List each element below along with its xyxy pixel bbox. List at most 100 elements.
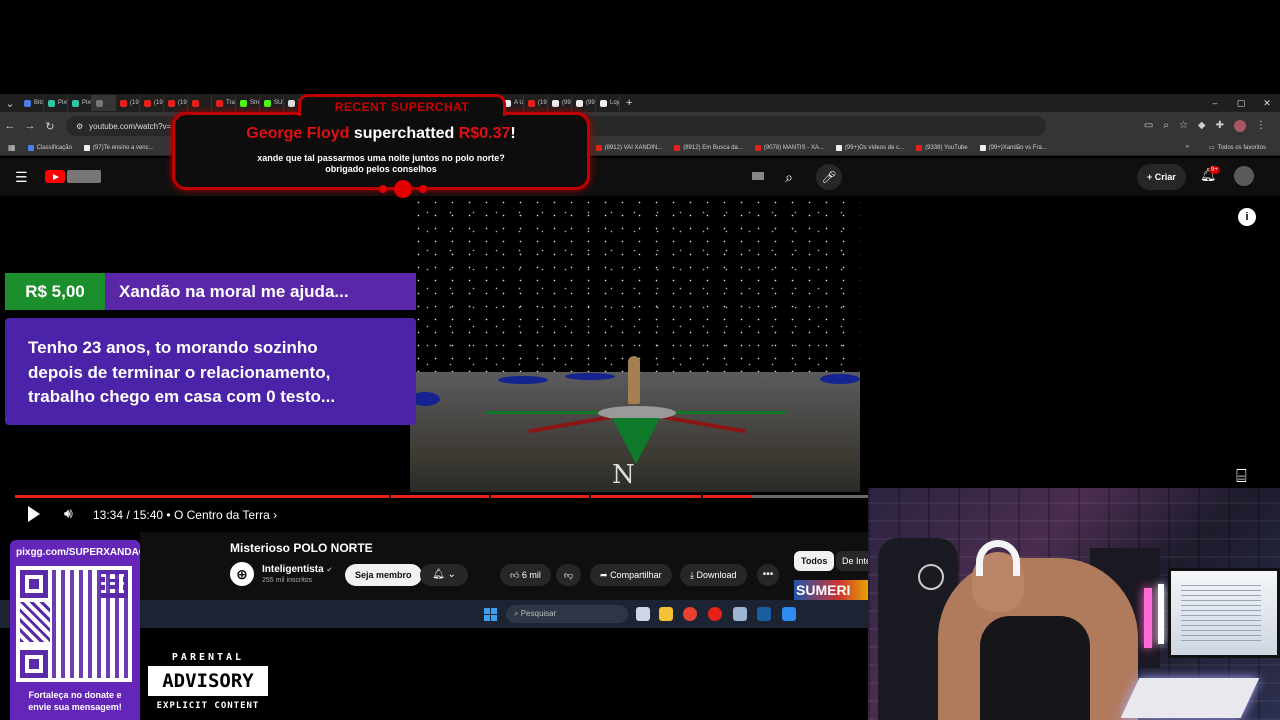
channel-name-text: Inteligentista	[262, 564, 324, 575]
bookmark-star-icon[interactable]: ☆	[1179, 120, 1188, 132]
browser-tab[interactable]	[188, 95, 212, 111]
task-view-icon[interactable]	[636, 607, 650, 621]
account-avatar[interactable]	[1234, 166, 1254, 186]
bookmark-item[interactable]: (8912) Em Busca da...	[668, 144, 749, 151]
extension-icon[interactable]: ◆	[1198, 120, 1206, 132]
more-actions-button[interactable]: •••	[757, 564, 779, 586]
reload-icon[interactable]: ↻	[40, 120, 60, 133]
cast-icon[interactable]: ▭	[1144, 120, 1153, 132]
chip-channel[interactable]: De Inteligentista	[836, 551, 868, 571]
tab-search-icon[interactable]: ⌄	[0, 97, 20, 110]
channel-avatar[interactable]: ⊕	[230, 562, 254, 586]
browser-tab[interactable]	[92, 95, 116, 111]
superchat-name: George Floyd	[246, 125, 350, 142]
puzzle-icon[interactable]: ✚	[1216, 120, 1224, 132]
video-info-icon[interactable]: i	[1238, 208, 1256, 226]
bookmarks-more-button[interactable]: »	[1186, 144, 1189, 151]
file-explorer-icon[interactable]	[659, 607, 673, 621]
tab-favicon-icon	[96, 99, 103, 107]
recommended-thumbnail[interactable]: SUMERI	[794, 580, 868, 600]
browser-tab[interactable]: Pixt	[68, 95, 92, 111]
volume-icon[interactable]: 🔊︎	[64, 505, 73, 522]
youtube-play-icon	[45, 170, 65, 183]
browser-tab[interactable]: (19	[140, 95, 164, 111]
browser-tab[interactable]: Pixt	[44, 95, 68, 111]
create-button[interactable]: + Criar	[1137, 164, 1186, 190]
steam-icon[interactable]	[757, 607, 771, 621]
tab-favicon-icon	[240, 99, 247, 107]
browser-tab[interactable]: (19	[164, 95, 188, 111]
donation-message-line: Tenho 23 anos, to morando sozinho	[28, 338, 318, 357]
donation-message-line: trabalho chego em casa com 0 testo...	[28, 387, 336, 406]
browser-tab[interactable]: Tran	[212, 95, 236, 111]
channel-watermark-icon[interactable]: ⌸	[1236, 466, 1247, 487]
close-window-button[interactable]: ✕	[1254, 94, 1280, 112]
download-button[interactable]: ⤓ Download	[680, 564, 747, 586]
minimize-button[interactable]: –	[1202, 94, 1228, 112]
hamburger-menu-icon[interactable]: ☰	[15, 169, 28, 186]
browser-tab[interactable]: (19	[524, 95, 548, 111]
join-button[interactable]: Seja membro	[345, 564, 422, 586]
tab-favicon-icon	[264, 99, 271, 107]
settings-icon[interactable]	[733, 607, 747, 621]
new-tab-button[interactable]: +	[620, 97, 638, 109]
share-button[interactable]: ➦ Compartilhar	[590, 564, 672, 586]
webcam-chair-logo	[918, 564, 944, 590]
tab-label: Stre	[250, 100, 260, 106]
bookmark-favicon-icon	[674, 144, 681, 151]
microphone-icon[interactable]: 🎤︎	[816, 164, 842, 190]
bookmark-item[interactable]: (99+)Os vídeos de c...	[830, 144, 910, 151]
windows-start-icon[interactable]	[484, 608, 497, 621]
zoom-icon[interactable]: ⌕	[1163, 120, 1169, 132]
thumbs-up-icon: 👍︎	[510, 570, 520, 580]
subscriber-count: 255 mil inscritos	[262, 577, 313, 584]
bookmark-favicon-icon	[83, 144, 90, 151]
bookmark-item[interactable]: (9078) MANTIS - XA...	[749, 144, 830, 151]
browser-menu-icon[interactable]: ⋮	[1256, 120, 1266, 132]
browser-tab[interactable]: Loja	[596, 95, 620, 111]
browser-tab[interactable]: (99	[572, 95, 596, 111]
back-icon[interactable]: ←	[0, 120, 20, 132]
bookmark-item[interactable]: (97)Te ensino a venc...	[78, 144, 160, 151]
bookmark-item[interactable]: Classificação	[22, 144, 78, 151]
site-info-icon[interactable]: ⚙	[76, 122, 83, 131]
chapter-title[interactable]: • O Centro da Terra ›	[166, 508, 277, 522]
notification-settings-button[interactable]: 🔔︎ ⌄	[420, 564, 468, 586]
apps-grid-icon[interactable]: ▦	[8, 143, 16, 152]
play-button[interactable]	[28, 506, 40, 522]
all-favorites-folder[interactable]: ▭ Todos os favoritos	[1203, 144, 1272, 152]
browser-tab[interactable]: SUP	[260, 95, 284, 111]
chrome-icon[interactable]	[683, 607, 697, 621]
browser-tab[interactable]: Stre	[236, 95, 260, 111]
tab-label: (99	[562, 100, 571, 106]
channel-name[interactable]: Inteligentista ✔	[262, 564, 332, 575]
record-app-icon[interactable]	[708, 607, 722, 621]
donate-url: pixgg.com/SUPERXANDAO	[16, 547, 140, 558]
maximize-button[interactable]: ▢	[1228, 94, 1254, 112]
app-icon[interactable]	[782, 607, 796, 621]
search-icon[interactable]: ⌕	[772, 164, 806, 190]
superchat-header: RECENT SUPERCHAT	[298, 94, 506, 116]
taskbar-search-placeholder: Pesquisar	[520, 609, 557, 618]
forward-icon[interactable]: →	[20, 120, 40, 132]
tab-label: (19	[154, 100, 163, 106]
taskbar-search[interactable]: ⌕ Pesquisar	[506, 605, 628, 623]
parental-advisory-logo: PARENTAL ADVISORY EXPLICIT CONTENT	[148, 650, 268, 718]
url-text[interactable]: youtube.com/watch?v=	[89, 122, 171, 131]
bookmark-item[interactable]: (8912) VAI XANDIN...	[590, 144, 669, 151]
browser-tab[interactable]: (99	[548, 95, 572, 111]
youtube-logo[interactable]	[45, 169, 101, 184]
chip-all[interactable]: Todos	[794, 551, 835, 571]
like-button[interactable]: 👍︎ 6 mil	[500, 564, 551, 586]
bookmark-item[interactable]: (9338) YouTube	[910, 144, 973, 151]
browser-tab[interactable]: (19	[116, 95, 140, 111]
dislike-button[interactable]: 👎︎	[556, 564, 582, 586]
bookmark-item[interactable]: (99+)Xandão vs Fra...	[974, 144, 1053, 151]
donate-caption-line: envie sua mensagem!	[28, 702, 122, 712]
tab-favicon-icon	[24, 99, 31, 107]
tab-label: (99	[586, 100, 595, 106]
profile-avatar[interactable]	[1234, 120, 1246, 132]
browser-tab[interactable]: Bits	[20, 95, 44, 111]
progress-bar[interactable]	[15, 495, 868, 498]
keyboard-icon[interactable]	[752, 172, 764, 180]
